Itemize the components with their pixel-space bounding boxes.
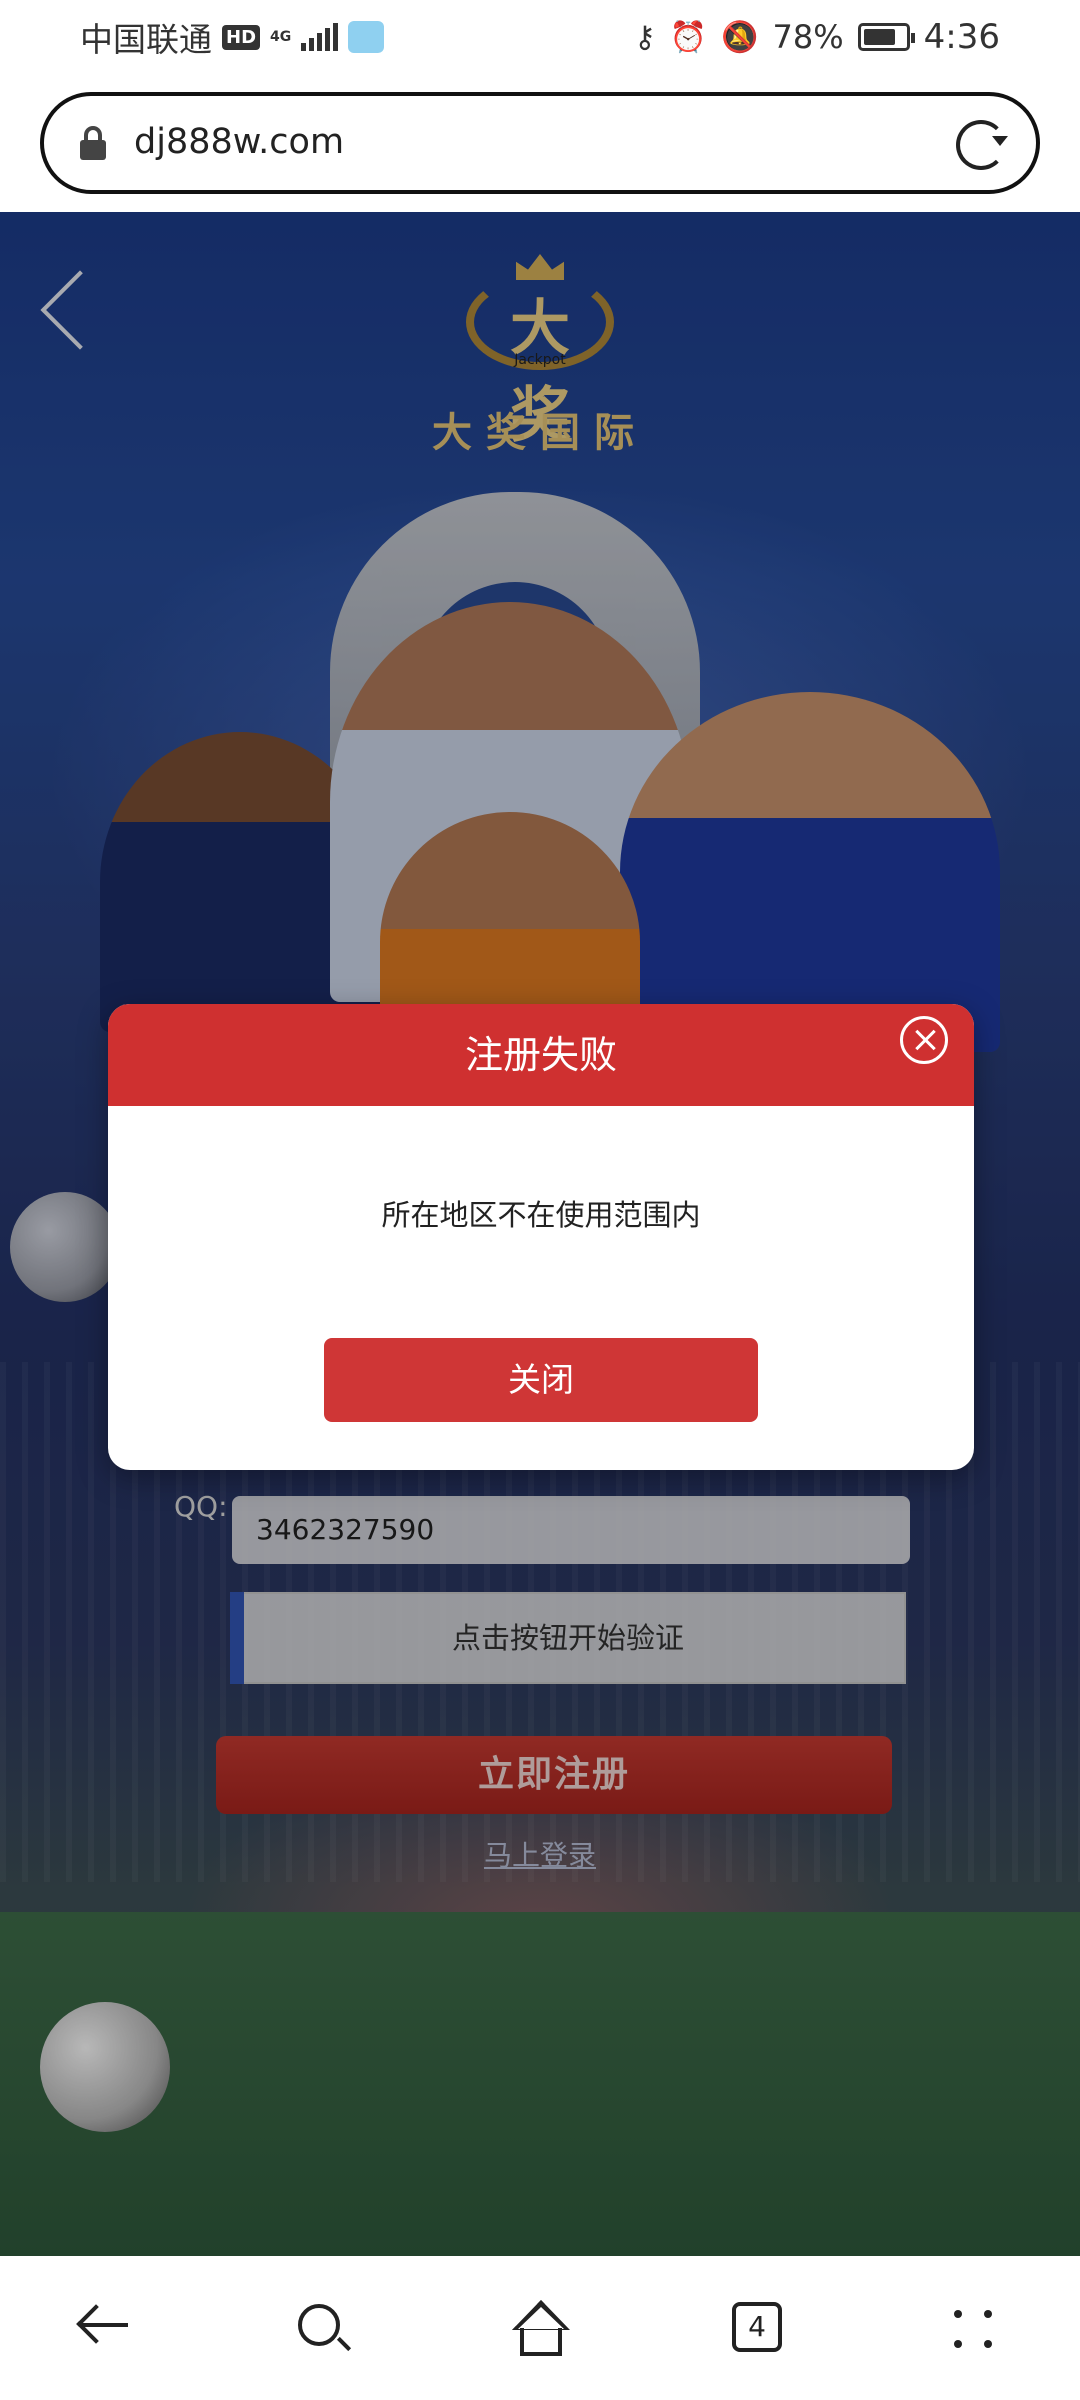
back-arrow-icon[interactable] (72, 2292, 142, 2362)
alarm-icon: ⏰ (669, 19, 708, 55)
key-icon: ⚷ (633, 19, 656, 55)
address-bar[interactable]: dj888w.com (40, 92, 1040, 194)
close-icon[interactable] (900, 1016, 948, 1064)
clock: 4:36 (923, 17, 1000, 57)
dialog-message: 所在地区不在使用范围内 (381, 1198, 701, 1232)
status-bar: 中国联通 HD 4G ⚷ ⏰ 🔕 78% 4:36 (0, 0, 1080, 82)
browser-toolbar: 4 (0, 2256, 1080, 2400)
battery-level (863, 29, 895, 45)
tabs-button[interactable]: 4 (722, 2292, 792, 2362)
battery-icon (857, 23, 915, 51)
dialog-title: 注册失败 (464, 1033, 617, 1077)
mute-icon: 🔕 (721, 19, 759, 55)
hd-badge: HD (222, 24, 261, 50)
error-dialog: 注册失败 所在地区不在使用范围内 关闭 (108, 1004, 974, 1470)
status-right: ⚷ ⏰ 🔕 78% 4:36 (634, 14, 1000, 60)
url-text[interactable]: dj888w.com (134, 122, 344, 162)
close-button[interactable]: 关闭 (324, 1338, 758, 1422)
home-icon[interactable] (506, 2292, 576, 2362)
menu-icon[interactable] (938, 2292, 1008, 2362)
web-page: 大奖 Jackpot 大奖国际 QQ: 3462327590 点击按钮开始验证 … (0, 212, 1080, 2256)
reload-icon[interactable] (956, 120, 1008, 170)
search-icon[interactable] (288, 2292, 358, 2362)
status-left: 中国联通 HD 4G (80, 14, 385, 60)
app-notification-icon (348, 21, 385, 53)
network-type: 4G (270, 29, 292, 45)
carrier-name: 中国联通 (80, 20, 212, 59)
signal-icon (301, 23, 339, 51)
tab-count: 4 (732, 2302, 782, 2352)
lock-icon (80, 126, 106, 160)
battery-percent: 78% (772, 18, 844, 56)
